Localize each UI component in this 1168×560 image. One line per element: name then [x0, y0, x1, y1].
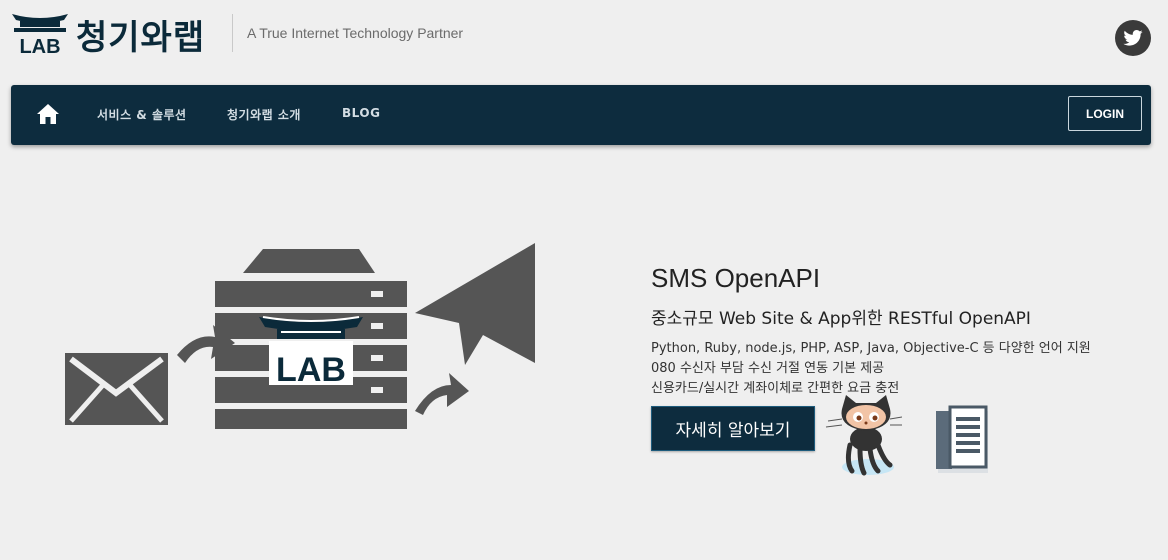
logo-lab-label: LAB — [19, 36, 60, 56]
hero-feature-item: 080 수신자 부담 수신 거절 연동 기본 제공 — [651, 361, 885, 376]
hero-title: SMS OpenAPI — [651, 263, 821, 293]
twitter-icon — [1123, 30, 1143, 46]
nav-item-blog[interactable]: BLOG — [342, 106, 380, 120]
paper-plane-icon — [415, 243, 535, 365]
logo-text: 청기와랩 — [76, 18, 206, 58]
tagline: A True Internet Technology Partner — [247, 25, 464, 41]
nav-item-services[interactable]: 서비스 & 솔루션 — [97, 106, 187, 123]
login-button[interactable]: LOGIN — [1068, 96, 1142, 131]
hero-feature-item: Python, Ruby, node.js, PHP, ASP, Java, O… — [651, 341, 1091, 356]
document-icon — [936, 405, 988, 473]
envelope-icon — [65, 353, 168, 425]
header-divider — [232, 14, 233, 52]
learn-more-button[interactable]: 자세히 알아보기 — [651, 406, 815, 451]
main-navbar: 서비스 & 솔루션 청기와랩 소개 BLOG LOGIN — [11, 85, 1151, 145]
server-lab-label: LAB — [276, 351, 346, 389]
home-icon — [37, 104, 59, 124]
hero-illustration: LAB — [65, 243, 535, 429]
hero-subtitle: 중소규모 Web Site & App위한 RESTful OpenAPI — [651, 309, 1031, 329]
arrow-from-server-icon — [415, 373, 469, 415]
header: LAB 청기와랩 A True Internet Technology Part… — [0, 0, 1168, 84]
logo-lab-icon: LAB — [12, 14, 68, 56]
logo[interactable]: LAB 청기와랩 — [10, 8, 222, 58]
octocat-icon — [825, 395, 902, 476]
twitter-button[interactable] — [1115, 20, 1151, 56]
nav-home[interactable] — [37, 104, 59, 124]
nav-item-about[interactable]: 청기와랩 소개 — [227, 106, 301, 123]
server-icon: LAB — [215, 249, 407, 429]
